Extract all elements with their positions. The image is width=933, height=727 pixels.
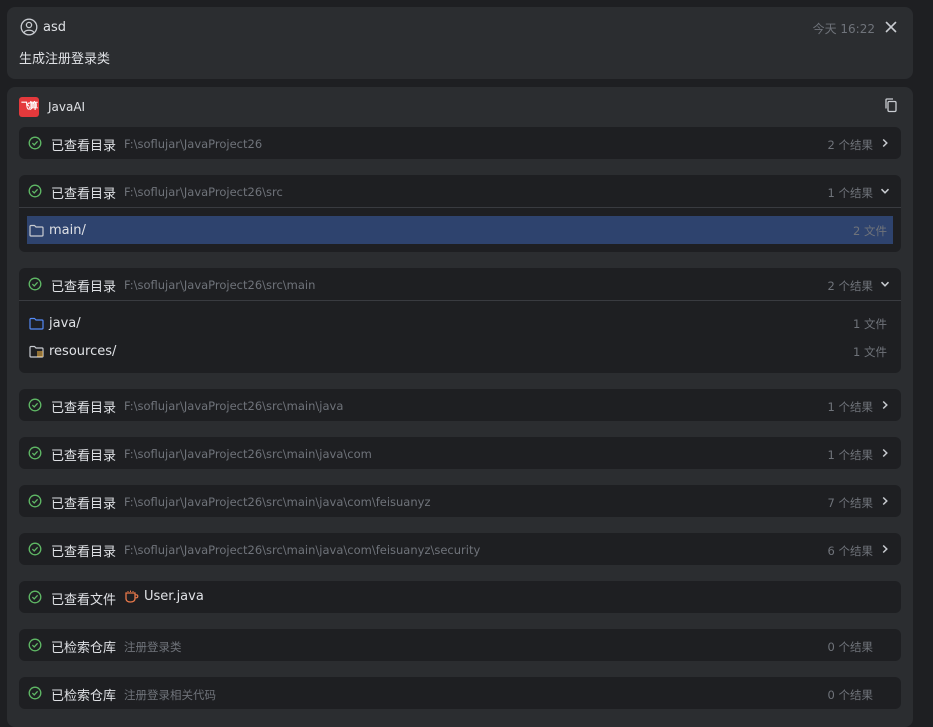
tool-step-list-dir[interactable]: 已查看目录 F:\soflujar\JavaProject26\src\main… [19,485,901,517]
check-circle-icon [28,542,42,556]
tool-step-list-dir[interactable]: 已查看目录 F:\soflujar\JavaProject26\src\main… [19,389,901,421]
folder-row-main[interactable]: main/ 2 文件 [27,216,893,244]
step-title: 已查看目录 [51,280,117,295]
tool-step-search-repo[interactable]: 已检索仓库 注册登录类 0 个结果 [19,629,901,661]
step-path: F:\soflujar\JavaProject26\src [124,185,283,199]
step-title: 已检索仓库 [51,641,117,656]
step-title: 已查看目录 [51,187,117,202]
tool-step-list-dir[interactable]: 已查看目录 F:\soflujar\JavaProject26\src\main… [19,533,901,565]
step-header[interactable]: 已查看目录 F:\soflujar\JavaProject26\src 1 个结… [19,175,901,207]
chevron-right-icon[interactable] [879,495,891,507]
step-header[interactable]: 已查看文件 User.java [19,581,901,613]
step-path: F:\soflujar\JavaProject26\src\main\java\… [124,495,431,509]
step-path: F:\soflujar\JavaProject26\src\main [124,278,316,292]
java-file-icon [125,590,139,603]
step-header[interactable]: 已查看目录 F:\soflujar\JavaProject26\src\main… [19,389,901,421]
step-path: F:\soflujar\JavaProject26 [124,137,263,151]
step-header[interactable]: 已查看目录 F:\soflujar\JavaProject26\src\main… [19,268,901,300]
folder-row-java[interactable]: java/ 1 文件 [27,309,893,337]
close-icon[interactable] [883,19,899,35]
chevron-right-icon[interactable] [879,447,891,459]
user-circle-icon [20,18,38,36]
step-title: 已查看文件 [51,593,117,608]
step-result-count: 0 个结果 [827,688,873,702]
step-title: 已检索仓库 [51,689,117,704]
step-header[interactable]: 已查看目录 F:\soflujar\JavaProject26 2 个结果 [19,127,901,159]
file-name: User.java [144,589,204,604]
chevron-down-icon[interactable] [879,278,891,290]
step-result-count: 1 个结果 [827,448,873,462]
chevron-right-icon[interactable] [879,137,891,149]
step-title: 已查看目录 [51,401,117,416]
check-circle-icon [28,277,42,291]
user-message-text: 生成注册登录类 [19,52,111,67]
folder-row-resources[interactable]: resources/ 1 文件 [27,337,893,365]
folder-name: resources/ [49,343,117,359]
step-title: 已查看目录 [51,497,117,512]
step-title: 已查看目录 [51,139,117,154]
check-circle-icon [28,136,42,150]
chevron-right-icon[interactable] [879,399,891,411]
step-results: main/ 2 文件 [19,207,901,252]
search-query: 注册登录类 [124,640,182,654]
step-header[interactable]: 已查看目录 F:\soflujar\JavaProject26\src\main… [19,437,901,469]
file-count: 2 文件 [853,224,887,238]
chevron-down-icon[interactable] [879,185,891,197]
resources-folder-icon [29,345,44,358]
check-circle-icon [28,638,42,652]
step-results: java/ 1 文件 resources/ 1 文件 [19,300,901,373]
copy-icon[interactable] [883,97,899,113]
step-title: 已查看目录 [51,545,117,560]
step-title: 已查看目录 [51,449,117,464]
step-result-count: 0 个结果 [827,640,873,654]
tool-step-list-dir[interactable]: 已查看目录 F:\soflujar\JavaProject26\src\main… [19,437,901,469]
step-header[interactable]: 已检索仓库 注册登录类 0 个结果 [19,629,901,661]
step-header[interactable]: 已检索仓库 注册登录相关代码 0 个结果 [19,677,901,709]
check-circle-icon [28,686,42,700]
folder-name: main/ [49,222,86,238]
assistant-name: JavaAI [48,100,86,114]
step-path: F:\soflujar\JavaProject26\src\main\java [124,399,344,413]
assistant-logo: 飞算 [19,97,39,117]
check-circle-icon [28,446,42,460]
check-circle-icon [28,494,42,508]
step-header[interactable]: 已查看目录 F:\soflujar\JavaProject26\src\main… [19,533,901,565]
step-result-count: 6 个结果 [827,544,873,558]
step-result-count: 7 个结果 [827,496,873,510]
message-time: 今天 16:22 [812,22,875,36]
check-circle-icon [28,184,42,198]
step-path: F:\soflujar\JavaProject26\src\main\java\… [124,447,372,461]
user-message-card: asd 今天 16:22 生成注册登录类 [7,7,913,79]
check-circle-icon [28,590,42,604]
assistant-response-card: 飞算 JavaAI 已查看目录 F:\soflujar\JavaProject2… [7,87,913,727]
tool-step-list-dir[interactable]: 已查看目录 F:\soflujar\JavaProject26 2 个结果 [19,127,901,159]
check-circle-icon [28,398,42,412]
folder-icon [29,317,44,330]
step-result-count: 2 个结果 [827,138,873,152]
tool-step-search-repo[interactable]: 已检索仓库 注册登录相关代码 0 个结果 [19,677,901,709]
search-query: 注册登录相关代码 [124,688,216,702]
file-link[interactable]: User.java [124,589,204,604]
tool-step-list-dir[interactable]: 已查看目录 F:\soflujar\JavaProject26\src\main… [19,268,901,373]
step-header[interactable]: 已查看目录 F:\soflujar\JavaProject26\src\main… [19,485,901,517]
step-result-count: 1 个结果 [827,400,873,414]
tool-step-view-file[interactable]: 已查看文件 User.java [19,581,901,613]
folder-icon [29,224,44,237]
step-path: F:\soflujar\JavaProject26\src\main\java\… [124,543,481,557]
user-name: asd [43,20,66,35]
step-result-count: 2 个结果 [827,279,873,293]
file-count: 1 文件 [853,317,887,331]
tool-step-list-dir[interactable]: 已查看目录 F:\soflujar\JavaProject26\src 1 个结… [19,175,901,252]
chevron-right-icon[interactable] [879,543,891,555]
file-count: 1 文件 [853,345,887,359]
step-result-count: 1 个结果 [827,186,873,200]
folder-name: java/ [49,315,81,331]
